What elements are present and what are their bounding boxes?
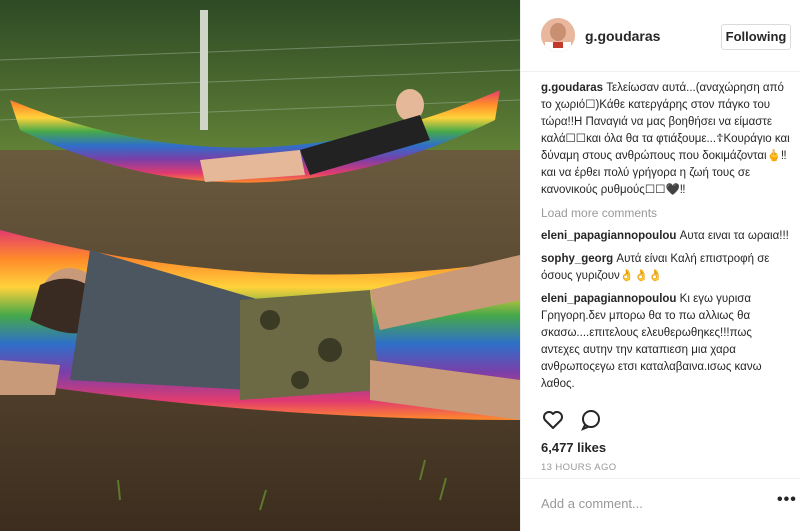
post-username[interactable]: g.goudaras	[585, 28, 660, 44]
avatar[interactable]	[541, 18, 575, 52]
comment-username[interactable]: sophy_georg	[541, 253, 613, 265]
comment-item: sophy_georg Αυτά είναι Καλή επιστροφή σε…	[541, 251, 793, 285]
comment-icon[interactable]	[579, 408, 603, 437]
more-options-button[interactable]: •••	[777, 491, 797, 509]
post-photo	[0, 0, 520, 531]
post-header: g.goudaras Following	[521, 0, 800, 72]
caption-username[interactable]: g.goudaras	[541, 82, 603, 94]
following-button[interactable]: Following	[721, 24, 791, 50]
add-comment-input[interactable]: Add a comment...	[541, 496, 643, 511]
comment-item: eleni_papagiannopoulou Αυτα ειναι τα ωρα…	[541, 228, 793, 245]
like-count[interactable]: 6,477 likes	[541, 440, 606, 455]
comment-username[interactable]: eleni_papagiannopoulou	[541, 230, 676, 242]
comment-username[interactable]: eleni_papagiannopoulou	[541, 293, 676, 305]
comment-text: Αυτα ειναι τα ωραια!!!	[679, 230, 789, 242]
load-more-comments-button[interactable]: Load more comments	[541, 205, 793, 222]
caption: g.goudaras Τελείωσαν αυτά...(αναχώρηση α…	[541, 80, 793, 199]
add-comment-bar: Add a comment... •••	[521, 478, 800, 531]
comment-item: eleni_papagiannopoulou Κι εγω γυρισα Γρη…	[541, 291, 793, 393]
heart-icon[interactable]	[541, 408, 565, 437]
post-actions	[541, 408, 613, 432]
post-timestamp: 13 HOURS AGO	[541, 462, 617, 473]
photo-illustration	[0, 0, 520, 531]
post-sidebar: g.goudaras Following g.goudaras Τελείωσα…	[520, 0, 800, 531]
comment-text: Κι εγω γυρισα Γρηγορη.δεν μπορω θα το πω…	[541, 293, 762, 390]
avatar-image	[541, 18, 575, 52]
comments-section: g.goudaras Τελείωσαν αυτά...(αναχώρηση α…	[541, 80, 793, 399]
caption-text: Τελείωσαν αυτά...(αναχώρηση από το χωριό…	[541, 82, 790, 196]
